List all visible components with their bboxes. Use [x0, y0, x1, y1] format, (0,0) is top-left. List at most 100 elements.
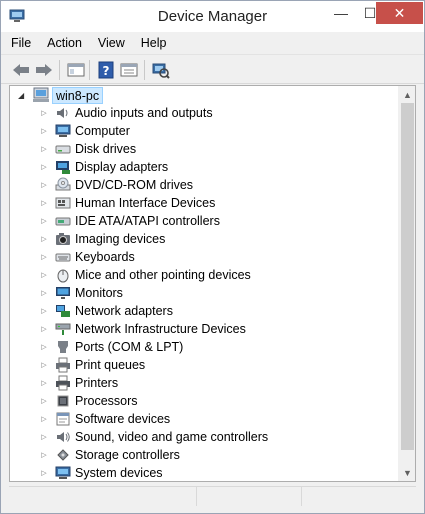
- menu-action[interactable]: Action: [39, 36, 90, 50]
- tree-item-label: Audio inputs and outputs: [75, 106, 213, 120]
- tree-item[interactable]: ▷ Mice and other pointing devices: [38, 266, 398, 284]
- expand-icon[interactable]: ▷: [38, 181, 50, 189]
- tree-item[interactable]: ▷ Sound, video and game controllers: [38, 428, 398, 446]
- computer-root-icon: [32, 87, 50, 103]
- tree-item[interactable]: ▷ System devices: [38, 464, 398, 482]
- tree-item-label: IDE ATA/ATAPI controllers: [75, 214, 220, 228]
- expand-icon[interactable]: ▷: [38, 469, 50, 477]
- print-queue-icon: [54, 357, 72, 373]
- menu-file[interactable]: File: [1, 36, 39, 50]
- tree-item[interactable]: ▷ Monitors: [38, 284, 398, 302]
- tree-root-label[interactable]: win8-pc: [52, 86, 104, 104]
- expand-icon[interactable]: ▷: [38, 127, 50, 135]
- status-cell: [9, 487, 197, 506]
- collapse-icon[interactable]: ◢: [18, 91, 30, 100]
- minimize-button[interactable]: —: [327, 2, 355, 24]
- expand-icon[interactable]: ▷: [38, 325, 50, 333]
- tree-item[interactable]: ▷ IDE ATA/ATAPI controllers: [38, 212, 398, 230]
- tree-item-label: Print queues: [75, 358, 146, 372]
- tree-item-label: Sound, video and game controllers: [75, 430, 269, 444]
- hid-icon: [54, 195, 72, 211]
- device-manager-window: Device Manager — ☐ ✕ File Action View He…: [0, 0, 425, 514]
- tree-root[interactable]: ◢ win8-pc: [18, 86, 104, 104]
- expand-icon[interactable]: ▷: [38, 379, 50, 387]
- expand-icon[interactable]: ▷: [38, 163, 50, 171]
- expand-icon[interactable]: ▷: [38, 217, 50, 225]
- scroll-down-icon[interactable]: ▼: [399, 464, 416, 481]
- computer-icon: [54, 123, 72, 139]
- tree-item[interactable]: ▷ Keyboards: [38, 248, 398, 266]
- tree-item-label: Imaging devices: [75, 232, 166, 246]
- menu-view[interactable]: View: [90, 36, 133, 50]
- tree-item-label: Network Infrastructure Devices: [75, 322, 246, 336]
- expand-icon[interactable]: ▷: [38, 433, 50, 441]
- title-bar[interactable]: Device Manager — ☐ ✕: [1, 1, 424, 32]
- menu-help[interactable]: Help: [133, 36, 175, 50]
- system-device-icon: [54, 465, 72, 481]
- mouse-icon: [54, 267, 72, 283]
- port-icon: [54, 339, 72, 355]
- properties-icon[interactable]: [119, 60, 139, 80]
- tree-item-label: Ports (COM & LPT): [75, 340, 184, 354]
- close-button[interactable]: ✕: [376, 2, 423, 24]
- tree-item[interactable]: ▷ Computer: [38, 122, 398, 140]
- expand-icon[interactable]: ▷: [38, 109, 50, 117]
- tree-item[interactable]: ▷ Print queues: [38, 356, 398, 374]
- toolbar-separator: [89, 60, 90, 80]
- device-category-list: ▷ Audio inputs and outputs ▷ Computer ▷ Disk …: [38, 104, 398, 482]
- printer-icon: [54, 375, 72, 391]
- expand-icon[interactable]: ▷: [38, 343, 50, 351]
- status-cell: [302, 487, 416, 506]
- tree-item-label: Mice and other pointing devices: [75, 268, 251, 282]
- scroll-up-icon[interactable]: ▲: [399, 86, 416, 103]
- expand-icon[interactable]: ▷: [38, 397, 50, 405]
- tree-item[interactable]: ▷ Software devices: [38, 410, 398, 428]
- storage-controller-icon: [54, 447, 72, 463]
- scrollbar-thumb[interactable]: [401, 103, 414, 450]
- processor-icon: [54, 393, 72, 409]
- tree-item[interactable]: ▷ Disk drives: [38, 140, 398, 158]
- help-icon[interactable]: ?: [96, 60, 116, 80]
- expand-icon[interactable]: ▷: [38, 307, 50, 315]
- tree-item[interactable]: ▷ Audio inputs and outputs: [38, 104, 398, 122]
- tree-item[interactable]: ▷ Ports (COM & LPT): [38, 338, 398, 356]
- expand-icon[interactable]: ▷: [38, 271, 50, 279]
- tree-item[interactable]: ▷ Network adapters: [38, 302, 398, 320]
- tree-item[interactable]: ▷ Imaging devices: [38, 230, 398, 248]
- speaker-icon: [54, 105, 72, 121]
- camera-icon: [54, 231, 72, 247]
- tree-item-label: Computer: [75, 124, 130, 138]
- ide-controller-icon: [54, 213, 72, 229]
- network-adapter-icon: [54, 303, 72, 319]
- scan-hardware-icon[interactable]: [151, 60, 171, 80]
- vertical-scrollbar[interactable]: ▲ ▼: [398, 86, 415, 481]
- show-hide-console-tree-icon[interactable]: [66, 60, 86, 80]
- expand-icon[interactable]: ▷: [38, 361, 50, 369]
- expand-icon[interactable]: ▷: [38, 145, 50, 153]
- expand-icon[interactable]: ▷: [38, 199, 50, 207]
- tree-item[interactable]: ▷ Human Interface Devices: [38, 194, 398, 212]
- tree-item-label: Keyboards: [75, 250, 135, 264]
- toolbar-separator: [144, 60, 145, 80]
- expand-icon[interactable]: ▷: [38, 415, 50, 423]
- toolbar-separator: [59, 60, 60, 80]
- tree-item-label: DVD/CD-ROM drives: [75, 178, 194, 192]
- device-tree[interactable]: ◢ win8-pc ▷ Audio inputs and outputs ▷ Comp…: [9, 85, 416, 482]
- expand-icon[interactable]: ▷: [38, 289, 50, 297]
- monitor-icon: [54, 285, 72, 301]
- tree-item[interactable]: ▷ DVD/CD-ROM drives: [38, 176, 398, 194]
- tree-item-label: Software devices: [75, 412, 171, 426]
- expand-icon[interactable]: ▷: [38, 235, 50, 243]
- expand-icon[interactable]: ▷: [38, 451, 50, 459]
- expand-icon[interactable]: ▷: [38, 253, 50, 261]
- software-device-icon: [54, 411, 72, 427]
- tree-item[interactable]: ▷ Processors: [38, 392, 398, 410]
- forward-icon[interactable]: [34, 60, 54, 80]
- network-infrastructure-icon: [54, 321, 72, 337]
- tree-item[interactable]: ▷ Network Infrastructure Devices: [38, 320, 398, 338]
- tree-item[interactable]: ▷ Display adapters: [38, 158, 398, 176]
- back-icon[interactable]: [11, 60, 31, 80]
- tree-item[interactable]: ▷ Storage controllers: [38, 446, 398, 464]
- tree-item[interactable]: ▷ Printers: [38, 374, 398, 392]
- disk-drive-icon: [54, 141, 72, 157]
